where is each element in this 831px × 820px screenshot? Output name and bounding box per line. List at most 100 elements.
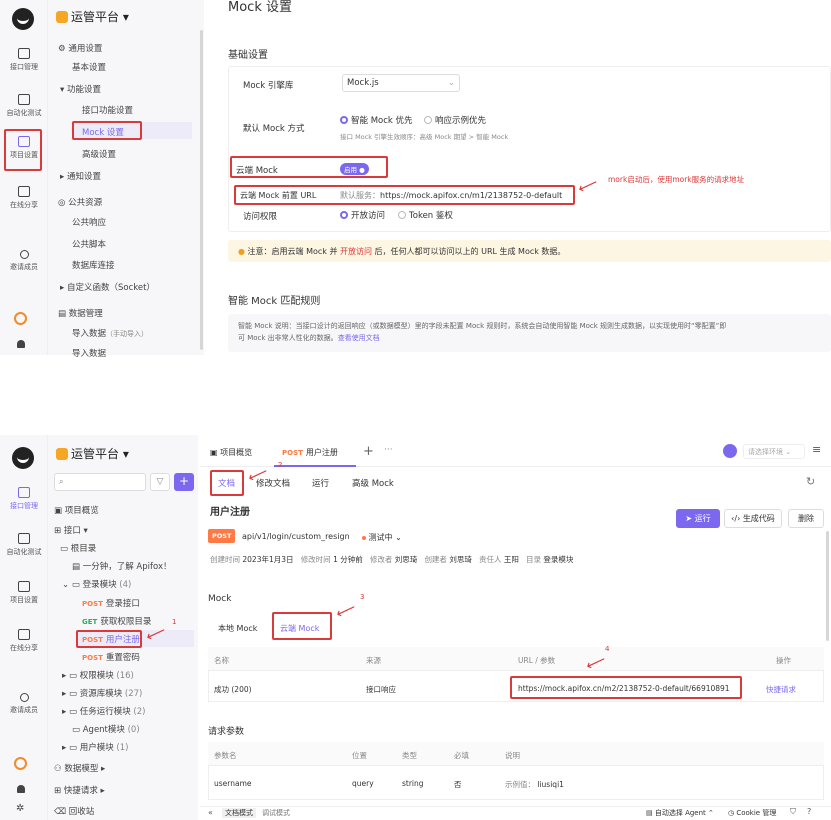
delete-button[interactable]: 删除 [788,509,824,528]
tab-current-api[interactable]: POST 用户注册 [274,441,356,467]
subtab-run[interactable]: 运行 [312,477,329,489]
menu-icon[interactable]: ≡ [812,443,821,456]
rail-project-settings[interactable]: 项目设置 [0,581,48,605]
mock-tab-local[interactable]: 本地 Mock [218,623,257,634]
nav-feature-settings[interactable]: ▾ 功能设置 [60,83,101,95]
nav-import-data[interactable]: 导入数据（手动导入） [72,327,148,339]
nav-public-script[interactable]: 公共脚本 [72,238,106,250]
tree-folder-perm[interactable]: ▸ ▭ 权限模块 (16) [62,669,134,681]
brand-title[interactable]: 运管平台 ▾ [56,8,129,25]
token-auth-radio[interactable]: Token 鉴权 [398,209,453,221]
tree-folder-resource[interactable]: ▸ ▭ 资源库模块 (27) [62,687,142,699]
nav-api-feature-settings[interactable]: 接口功能设置 [82,104,133,116]
annotation-box-project-settings [4,129,42,171]
default-method-label: 默认 Mock 方式 [243,124,305,134]
top-rail: 接口管理 自动化测试 项目设置 在线分享 邀请成员 [0,0,48,355]
rail-autotest[interactable]: 自动化测试 [0,533,48,557]
mock-col-op: 操作 [776,656,791,665]
nav-basic-settings[interactable]: 基本设置 [72,61,106,73]
notice-link[interactable]: 开放访问 [340,247,372,256]
quick-request-link[interactable]: 快捷请求 [766,684,796,695]
history-icon[interactable]: ↻ [806,475,815,488]
brand-icon [56,11,68,23]
engine-label: Mock 引擎库 [243,81,294,91]
more-tabs-icon[interactable]: ··· [384,445,393,455]
smart-mock-desc: 智能 Mock 说明：当接口设计的返回响应（或数据模型）里的字段未配置 Mock… [228,314,831,352]
settings-card [228,66,831,232]
nav-scrollbar[interactable] [200,30,203,350]
brand-icon [56,448,68,460]
params-title: 请求参数 [208,727,245,737]
add-button[interactable]: + [174,473,194,491]
tree-apis[interactable]: ⊞ 接口 ▾ [54,524,88,536]
tree-folder-agent[interactable]: ▭ Agent模块 (0) [72,723,140,735]
shirt-icon[interactable]: ⛉ [790,807,796,817]
open-access-radio[interactable]: 开放访问 [340,209,385,221]
access-label: 访问权限 [243,212,278,222]
rail-api-management[interactable]: 接口管理 [0,487,48,511]
tree-api-reset-pwd[interactable]: POST 重置密码 [82,651,140,663]
bell-icon[interactable] [17,785,25,793]
mock-row-source: 接口响应 [366,685,396,694]
new-tab-button[interactable]: + [363,444,374,459]
gear-icon[interactable]: ✲ [16,803,24,814]
nav-db-connection[interactable]: 数据库连接 [72,259,115,271]
nav-custom-functions[interactable]: ▸ 自定义函数（Socket） [60,281,155,293]
rail-autotest[interactable]: 自动化测试 [0,94,48,118]
example-first-radio[interactable]: 响应示例优先 [424,114,486,126]
subtab-advanced-mock[interactable]: 高级 Mock [352,477,394,489]
param-col-type: 类型 [402,751,417,760]
filter-icon[interactable]: ▽ [150,473,170,491]
doc-mode-toggle[interactable]: 文档模式 [222,808,256,818]
rail-api-management[interactable]: 接口管理 [0,48,48,72]
tree-recycle-bin[interactable]: ⌫ 回收站 [54,805,94,817]
nav-advanced-settings[interactable]: 高级设置 [82,148,116,160]
env-icon[interactable] [723,444,737,458]
app-logo [12,447,34,469]
api-path[interactable]: api/v1/login/custom_resign [242,532,350,541]
rail-invite-members[interactable]: 邀请成员 [0,250,48,272]
tree-folder-task[interactable]: ▸ ▭ 任务运行模块 (2) [62,705,145,717]
tree-login-module[interactable]: ⌄ ▭ 登录模块 (4) [62,578,131,590]
help-circle-icon[interactable]: ? [807,807,811,816]
help-icon[interactable] [14,757,27,770]
tree-quick-request[interactable]: ⊞ 快捷请求 ▸ [54,784,105,796]
debug-mode-toggle[interactable]: 调试模式 [262,808,290,818]
tree-folder-user[interactable]: ▸ ▭ 用户模块 (1) [62,741,128,753]
nav-data-management[interactable]: ▤ 数据管理 [58,307,103,319]
agent-select[interactable]: ▤ 自动选择 Agent ⌃ [646,808,714,818]
engine-select[interactable]: Mock.js ⌄ [342,74,460,92]
nav-general-settings[interactable]: ⚙ 通用设置 [58,42,102,54]
nav-public-resources[interactable]: ◎ 公共资源 [58,196,102,208]
tree-api-login[interactable]: POST 登录接口 [82,597,140,609]
tree-intro-doc[interactable]: ▤ 一分钟，了解 Apifox！ [72,560,171,572]
docs-link[interactable]: 查看使用文档 [338,334,380,342]
bell-icon[interactable] [17,340,25,348]
nav-notify-settings[interactable]: ▸ 通知设置 [60,170,101,182]
generate-code-button[interactable]: ‹/› 生成代码 [724,509,782,528]
app-logo [12,8,34,30]
tree-data-model[interactable]: ⚇ 数据模型 ▸ [54,762,105,774]
rail-invite-members[interactable]: 邀请成员 [0,693,48,715]
nav-public-response[interactable]: 公共响应 [72,216,106,228]
rail-online-share[interactable]: 在线分享 [0,629,48,653]
env-select[interactable]: 请选择环境 ⌄ [743,444,805,459]
help-icon[interactable] [14,312,27,325]
smart-first-radio[interactable]: 智能 Mock 优先 [340,114,413,126]
collapse-icon[interactable]: « [208,808,213,817]
tree-root[interactable]: ▭ 根目录 [60,542,96,554]
rail-online-share[interactable]: 在线分享 [0,186,48,210]
api-status[interactable]: 测试中 ⌄ [362,532,402,543]
tree-project-overview[interactable]: ▣ 项目概览 [54,504,99,516]
tree-search-input[interactable]: ⌕ [54,473,146,491]
cookie-manager[interactable]: ◷ Cookie 管理 [728,808,776,818]
run-button[interactable]: ➤ 运行 [676,509,720,528]
nav-import-data-2[interactable]: 导入数据 [72,347,106,359]
main-scrollbar[interactable] [826,531,829,641]
tree-api-perm-dir[interactable]: GET 获取权限目录 [82,615,151,627]
subtab-edit-doc[interactable]: 修改文档 [256,477,290,489]
marker-3: 3 [360,593,365,601]
tab-project-overview[interactable]: ▣ 项目概览 [210,447,252,458]
brand-title[interactable]: 运管平台 ▾ [56,445,129,462]
annotation-box-register [76,630,142,648]
